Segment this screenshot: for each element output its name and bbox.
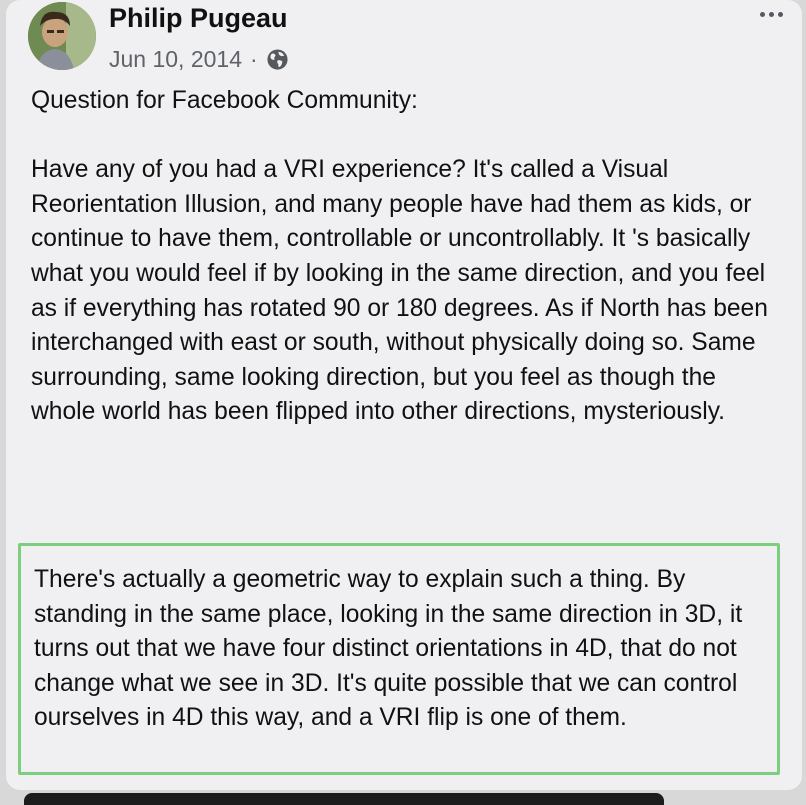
post-text: Question for Facebook Community: Have an… [31,84,783,430]
more-horizontal-icon [759,11,765,17]
highlighted-paragraph: There's actually a geometric way to expl… [34,566,743,732]
post-paragraph-description: Have any of you had a VRI experience? It… [31,156,768,426]
post-date[interactable]: Jun 10, 2014 [109,46,242,73]
author-name[interactable]: Philip Pugeau [109,3,288,34]
globe-icon [266,48,289,71]
author-avatar[interactable] [28,2,96,70]
meta-separator: · [250,45,258,72]
highlighted-passage: There's actually a geometric way to expl… [18,543,780,775]
avatar-photo-icon [28,2,96,70]
facebook-post-card: Philip Pugeau Jun 10, 2014 · Question fo… [6,0,802,790]
post-paragraph-question: Question for Facebook Community: [31,87,418,114]
more-options-button[interactable] [754,4,788,24]
next-post-edge [24,793,664,805]
post-meta: Jun 10, 2014 · [109,44,289,74]
